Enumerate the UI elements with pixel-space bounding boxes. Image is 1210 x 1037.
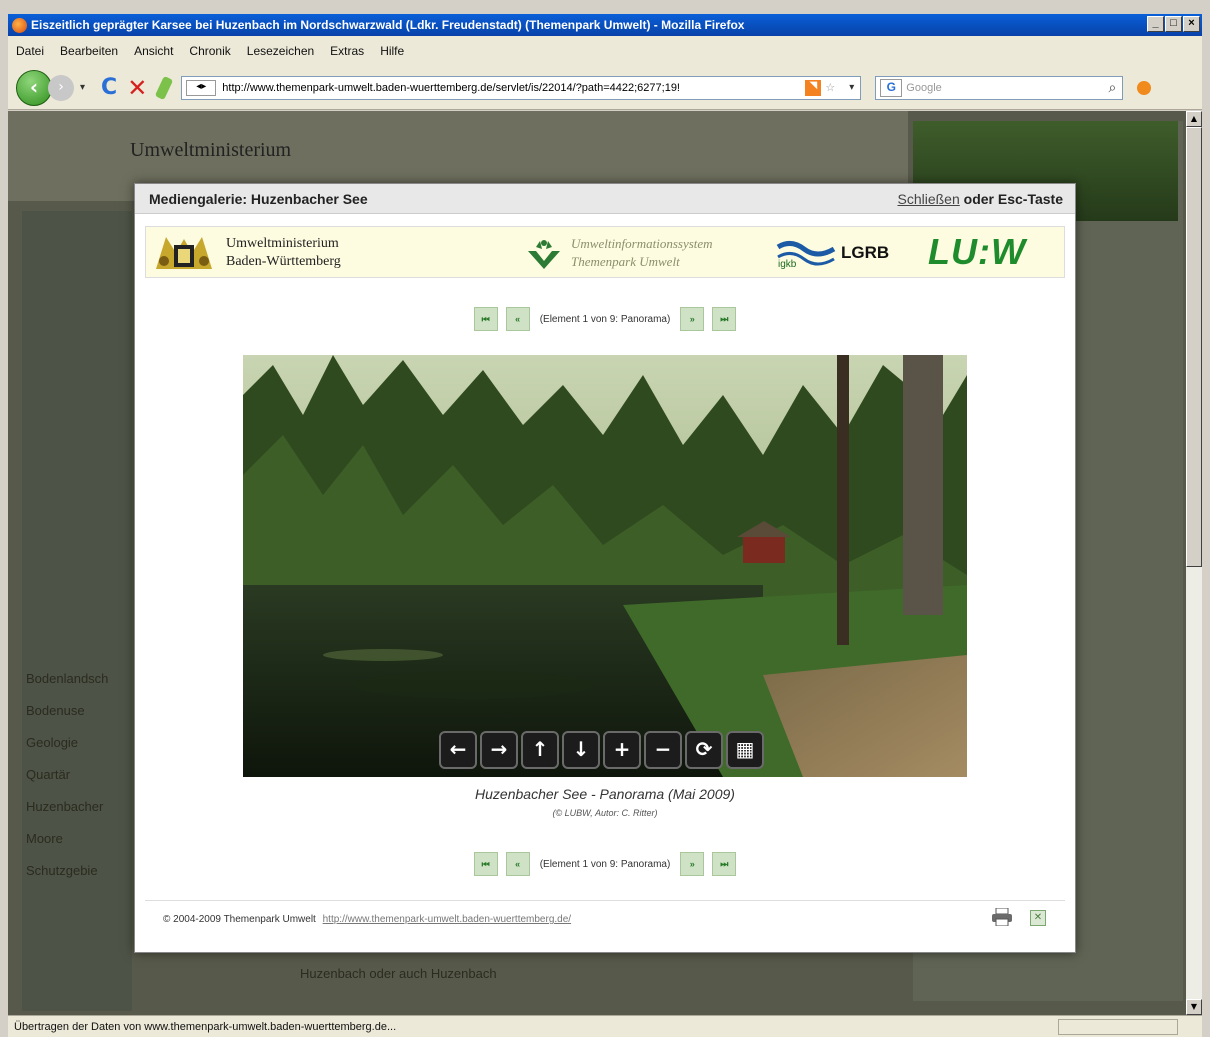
back-button[interactable]: ‹ [16, 69, 52, 106]
site-identity-icon[interactable]: ◂▸ [186, 79, 217, 96]
lubw-logo: LU:W [928, 231, 1026, 272]
ministry-line-2: Baden-Württemberg [226, 254, 341, 269]
lgrb-logo: LGRB [841, 243, 890, 262]
home-icon[interactable] [155, 75, 174, 100]
zoom-out-button[interactable]: − [644, 731, 682, 769]
scroll-down-icon[interactable]: ▼ [1186, 999, 1202, 1015]
menu-ansicht[interactable]: Ansicht [134, 44, 173, 58]
bookmark-star-icon[interactable]: ☆ [825, 81, 835, 94]
igkb-logo: igkb [778, 259, 797, 270]
close-icon[interactable]: ✕ [1030, 910, 1046, 926]
uis-line-2: Themenpark Umwelt [571, 254, 680, 269]
pager-status: (Element 1 von 9: Panorama) [539, 313, 671, 325]
addon-icon[interactable] [1137, 80, 1152, 95]
gallery-photo[interactable]: ← → ↑ ↓ + − ⟳ ▦ [243, 355, 967, 777]
page-left-nav-items: Bodenlandsch Bodenuse Geologie Quartär H… [26, 671, 108, 895]
search-input[interactable]: Google [906, 82, 941, 94]
reset-view-button[interactable]: ⟳ [685, 731, 723, 769]
left-nav-item[interactable]: Moore [26, 831, 108, 863]
zoom-in-button[interactable]: + [603, 731, 641, 769]
window-controls: _ □ × [1147, 16, 1200, 32]
left-nav-item[interactable]: Bodenuse [26, 703, 108, 735]
photo-credit: (© LUBW, Autor: C. Ritter) [552, 808, 658, 818]
pager-status: (Element 1 von 9: Panorama) [539, 858, 671, 870]
menu-chronik[interactable]: Chronik [189, 44, 230, 58]
close-hint: oder Esc-Taste [959, 191, 1063, 207]
minimize-button[interactable]: _ [1147, 16, 1164, 32]
status-progress [1058, 1019, 1178, 1035]
search-icon[interactable]: ⌕ [1108, 79, 1116, 96]
rss-feed-icon[interactable]: ◥ [805, 79, 822, 96]
print-icon[interactable] [991, 908, 1013, 926]
first-item-button[interactable]: ⏮ [473, 307, 498, 331]
pan-down-button[interactable]: ↓ [562, 731, 600, 769]
close-link[interactable]: Schließen [898, 191, 960, 207]
ministry-name: Umweltministerium Baden-Württemberg [226, 235, 341, 271]
next-item-button[interactable]: » [680, 307, 705, 331]
uis-name: Umweltinformationssystem Themenpark Umwe… [571, 235, 713, 271]
stop-icon[interactable]: ✕ [127, 74, 147, 102]
status-bar: Übertragen der Daten von www.themenpark-… [8, 1015, 1202, 1037]
left-nav-item[interactable]: Bodenlandsch [26, 671, 108, 703]
firefox-icon [12, 17, 27, 33]
gallery-pager-top: ⏮ « (Element 1 von 9: Panorama) » ⏭ [135, 307, 1075, 331]
close-window-button[interactable]: × [1183, 16, 1200, 32]
history-dropdown-icon[interactable]: ▾ [80, 82, 85, 93]
forward-button[interactable]: › [48, 74, 74, 101]
left-nav-item[interactable]: Geologie [26, 735, 108, 767]
status-text: Übertragen der Daten von www.themenpark-… [14, 1020, 397, 1033]
pan-left-button[interactable]: ← [439, 731, 477, 769]
lake-panorama-image [243, 355, 967, 777]
logo-band: Umweltministerium Baden-Württemberg Umwe… [145, 226, 1065, 278]
menu-bar: Datei Bearbeiten Ansicht Chronik Lesezei… [8, 36, 1202, 66]
site-link[interactable]: http://www.themenpark-umwelt.baden-wuert… [323, 914, 571, 925]
url-bar[interactable]: ◂▸ http://www.themenpark-umwelt.baden-wu… [181, 75, 862, 100]
left-nav-item[interactable]: Huzenbacher [26, 799, 108, 831]
page-scrollbar[interactable]: ▲ ▼ [1186, 111, 1202, 1015]
reload-icon[interactable]: C [101, 75, 117, 100]
menu-bearbeiten[interactable]: Bearbeiten [60, 44, 118, 58]
search-bar[interactable]: G Google ⌕ [875, 75, 1124, 100]
menu-hilfe[interactable]: Hilfe [380, 44, 404, 58]
fullscreen-button[interactable]: ▦ [726, 731, 764, 769]
first-item-button[interactable]: ⏮ [473, 852, 498, 876]
url-text[interactable]: http://www.themenpark-umwelt.baden-wuert… [222, 82, 805, 94]
window-titlebar: Eiszeitlich geprägter Karsee bei Huzenba… [8, 14, 1202, 36]
page-header-title: Umweltministerium [130, 139, 292, 161]
navigation-toolbar: ‹ › ▾ C ✕ ◂▸ http://www.themenpark-umwel… [8, 66, 1202, 110]
prev-item-button[interactable]: « [505, 307, 530, 331]
menu-extras[interactable]: Extras [330, 44, 364, 58]
state-crest-icon [156, 237, 212, 269]
search-engine-icon[interactable]: G [880, 78, 903, 97]
ministry-line-1: Umweltministerium [226, 236, 339, 251]
left-nav-item[interactable]: Quartär [26, 767, 108, 799]
uis-line-1: Umweltinformationssystem [571, 236, 713, 251]
next-item-button[interactable]: » [680, 852, 705, 876]
modal-footer: © 2004-2009 Themenpark Umwelt http://www… [163, 914, 571, 925]
last-item-button[interactable]: ⏭ [712, 852, 737, 876]
modal-title: Mediengalerie: Huzenbacher See [149, 190, 368, 207]
gallery-pager-bottom: ⏮ « (Element 1 von 9: Panorama) » ⏭ [135, 852, 1075, 876]
footer-divider [145, 900, 1065, 901]
window-title: Eiszeitlich geprägter Karsee bei Huzenba… [31, 18, 745, 32]
modal-header: Mediengalerie: Huzenbacher See Schließen… [135, 184, 1075, 214]
maximize-button[interactable]: □ [1165, 16, 1182, 32]
pan-up-button[interactable]: ↑ [521, 731, 559, 769]
modal-close: Schließen oder Esc-Taste [898, 191, 1064, 207]
copyright-text: © 2004-2009 Themenpark Umwelt [163, 914, 316, 925]
scroll-up-icon[interactable]: ▲ [1186, 111, 1202, 127]
photo-caption: Huzenbacher See - Panorama (Mai 2009) [475, 786, 735, 802]
menu-datei[interactable]: Datei [16, 44, 44, 58]
uis-leaf-icon [528, 240, 560, 269]
last-item-button[interactable]: ⏭ [712, 307, 737, 331]
url-dropdown-icon[interactable]: ▾ [849, 82, 854, 93]
scroll-thumb[interactable] [1186, 127, 1202, 567]
left-nav-item[interactable]: Schutzgebie [26, 863, 108, 895]
menu-lesezeichen[interactable]: Lesezeichen [247, 44, 314, 58]
image-tools: ← → ↑ ↓ + − ⟳ ▦ [439, 731, 764, 769]
pan-right-button[interactable]: → [480, 731, 518, 769]
media-gallery-modal: Mediengalerie: Huzenbacher See Schließen… [134, 183, 1076, 953]
prev-item-button[interactable]: « [505, 852, 530, 876]
page-body-text: Huzenbach oder auch Huzenbach [300, 966, 497, 981]
